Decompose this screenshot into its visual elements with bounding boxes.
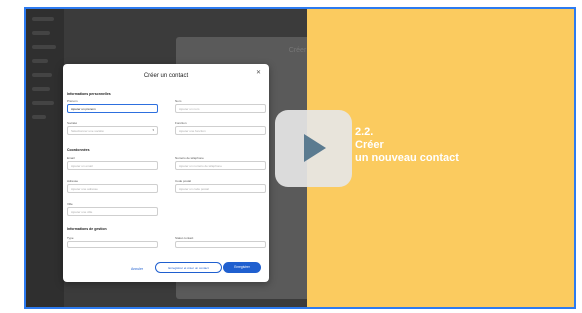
type-select[interactable] — [67, 241, 158, 248]
city-label: Ville — [67, 202, 73, 206]
city-input[interactable]: Ajouter une ville — [67, 207, 158, 216]
save-and-new-button[interactable]: Enregistrer et créer un contact — [155, 262, 222, 273]
close-icon[interactable]: ✕ — [256, 69, 261, 76]
section-contact-title: Coordonnées — [67, 148, 90, 152]
background-line — [32, 87, 50, 91]
play-icon — [304, 134, 326, 162]
background-line — [32, 31, 50, 35]
section-management-title: Informations de gestion — [67, 227, 107, 231]
background-line — [32, 115, 46, 119]
background-line — [32, 17, 54, 21]
background-line — [32, 73, 52, 77]
phone-label: Numéro de téléphone — [175, 156, 204, 160]
status-label: Statut contact — [175, 236, 194, 240]
job-title-label: Fonction — [175, 121, 187, 125]
job-title-input[interactable]: Ajouter une fonction — [175, 126, 266, 135]
save-button[interactable]: Enregistrer — [223, 262, 261, 273]
video-frame: Créer un 2.2. Créer un nouveau contact C… — [24, 7, 576, 309]
headline-number: 2.2. — [355, 126, 374, 138]
cancel-button[interactable]: Annuler — [131, 267, 143, 271]
last-name-label: Nom — [175, 99, 182, 103]
address-input[interactable]: Ajouter une adresse — [67, 184, 158, 193]
play-button[interactable] — [275, 110, 352, 187]
background-line — [32, 101, 54, 105]
email-input[interactable]: Ajouter un email — [67, 161, 158, 170]
chevron-down-icon: ▾ — [152, 127, 154, 132]
headline-line: Créer — [355, 139, 384, 151]
headline-line: un nouveau contact — [355, 152, 459, 164]
email-label: Email — [67, 156, 75, 160]
type-label: Type — [67, 236, 74, 240]
last-name-input[interactable]: Ajouter un nom — [175, 104, 266, 113]
company-label: Société — [67, 121, 78, 125]
background-line — [32, 59, 48, 63]
status-select[interactable] — [175, 241, 266, 248]
section-personal-title: Informations personnelles — [67, 92, 111, 96]
background-line — [32, 45, 56, 49]
dialog-title: Créer un contact — [143, 73, 189, 79]
phone-input[interactable]: Ajouter un numéro de téléphone — [175, 161, 266, 170]
postal-code-input[interactable]: Ajouter un code postal — [175, 184, 266, 193]
company-select-value: Sélectionner une société — [71, 128, 104, 133]
first-name-input[interactable]: Ajouter un prénom — [67, 104, 158, 113]
background-sidebar — [26, 9, 64, 307]
create-contact-dialog: Créer un contact ✕ Informations personne… — [63, 64, 269, 282]
address-label: Adresse — [67, 179, 79, 183]
company-select[interactable]: Sélectionner une société ▾ — [67, 126, 158, 135]
first-name-label: Prénom — [67, 99, 78, 103]
slide-headline: 2.2. Créer un nouveau contact — [355, 126, 459, 165]
postal-code-label: Code postal — [175, 179, 192, 183]
